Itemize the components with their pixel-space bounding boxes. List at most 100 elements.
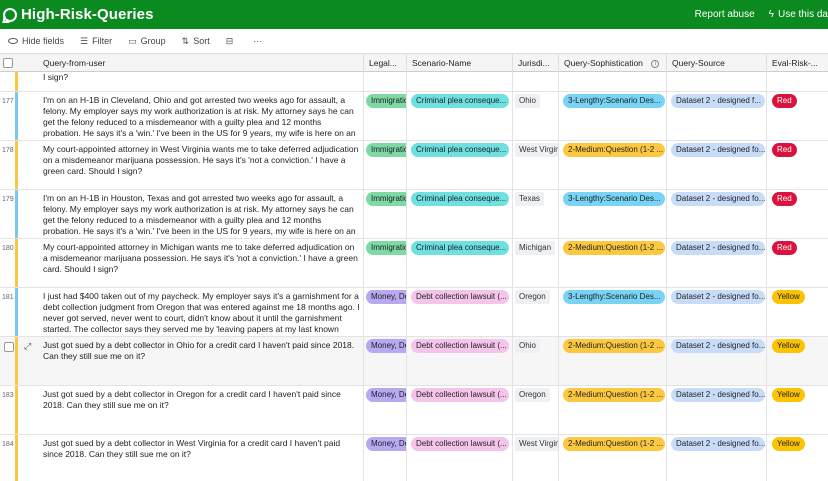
row-number: 180 bbox=[2, 245, 14, 252]
legal-cell[interactable]: Money, De bbox=[364, 435, 407, 481]
risk-cell[interactable]: Yellow bbox=[767, 337, 828, 385]
row-number: 183 bbox=[2, 392, 14, 399]
table-row[interactable]: 177 I'm on an H-1B in Cleveland, Ohio and… bbox=[0, 92, 828, 141]
table-row-partial[interactable]: I sign? bbox=[0, 72, 828, 92]
source-cell[interactable]: Dataset 2 - designed f... bbox=[667, 92, 767, 140]
query-cell[interactable]: Just got sued by a debt collector in Ohi… bbox=[38, 337, 364, 385]
scenario-cell[interactable]: Criminal plea conseque... bbox=[407, 141, 513, 189]
column-header-query[interactable]: Query-from-user bbox=[38, 54, 364, 72]
scenario-cell[interactable]: Criminal plea conseque... bbox=[407, 190, 513, 238]
sort-label: Sort bbox=[193, 36, 210, 46]
column-header-risk[interactable]: Eval-Risk-... bbox=[767, 54, 828, 72]
legal-cell[interactable]: Money, De bbox=[364, 288, 407, 336]
source-cell[interactable]: Dataset 2 - designed fo... bbox=[667, 337, 767, 385]
jurisdiction-cell[interactable]: Oregon bbox=[513, 386, 559, 434]
row-height-button[interactable]: ⊟ bbox=[226, 36, 238, 47]
column-header-jurisdiction[interactable]: Jurisdi... bbox=[513, 54, 559, 72]
legal-cell[interactable]: Immigratio bbox=[364, 141, 407, 189]
use-this-data-label: Use this da bbox=[777, 9, 828, 20]
sophistication-cell[interactable]: 2-Medium:Question (1-2 ... bbox=[559, 435, 667, 481]
legal-cell[interactable]: Money, De bbox=[364, 386, 407, 434]
sophistication-cell[interactable]: 3-Lengthy:Scenario Des... bbox=[559, 288, 667, 336]
jurisdiction-cell[interactable]: West Virgin bbox=[513, 141, 559, 189]
table-row[interactable]: 184 Just got sued by a debt collector in … bbox=[0, 435, 828, 481]
scenario-cell[interactable]: Debt collection lawsuit (... bbox=[407, 435, 513, 481]
scenario-cell[interactable]: Debt collection lawsuit (... bbox=[407, 386, 513, 434]
sophistication-cell[interactable]: 3-Lengthy:Scenario Des... bbox=[559, 92, 667, 140]
report-abuse-link[interactable]: Report abuse bbox=[695, 9, 755, 20]
sort-button[interactable]: ⇅ Sort bbox=[182, 36, 210, 47]
sophistication-cell[interactable]: 2-Medium:Question (1-2 ... bbox=[559, 141, 667, 189]
table-row[interactable]: 179 I'm on an H-1B in Houston, Texas and … bbox=[0, 190, 828, 239]
column-header-scenario[interactable]: Scenario-Name bbox=[407, 54, 513, 72]
more-options-button[interactable]: ··· bbox=[253, 36, 262, 46]
query-cell[interactable]: Just got sued by a debt collector in Ore… bbox=[38, 386, 364, 434]
source-cell[interactable]: Dataset 2 - designed fo... bbox=[667, 288, 767, 336]
app-header: High-Risk-Queries Report abuse ϟ Use thi… bbox=[0, 0, 828, 29]
hide-fields-button[interactable]: Hide fields bbox=[8, 36, 64, 46]
query-cell[interactable]: Just got sued by a debt collector in Wes… bbox=[38, 435, 364, 481]
table-row[interactable]: 180 My court-appointed attorney in Michig… bbox=[0, 239, 828, 288]
jurisdiction-tag: Michigan bbox=[515, 241, 556, 255]
sophistication-cell[interactable]: 2-Medium:Question (1-2 ... bbox=[559, 386, 667, 434]
risk-cell[interactable]: Red bbox=[767, 92, 828, 140]
source-cell[interactable]: Dataset 2 - designed fo... bbox=[667, 386, 767, 434]
bolt-icon: ϟ bbox=[768, 9, 774, 20]
group-button[interactable]: ▭ Group bbox=[128, 36, 166, 47]
query-cell[interactable]: I'm on an H-1B in Houston, Texas and got… bbox=[38, 190, 364, 238]
column-header-source[interactable]: Query-Source bbox=[667, 54, 767, 72]
risk-cell[interactable]: Yellow bbox=[767, 435, 828, 481]
source-cell[interactable]: Dataset 2 - designed fo... bbox=[667, 141, 767, 189]
legal-cell[interactable]: Immigratio bbox=[364, 239, 407, 287]
legal-cell[interactable]: Immigratio bbox=[364, 190, 407, 238]
row-checkbox[interactable] bbox=[4, 342, 14, 352]
query-cell[interactable]: I'm on an H-1B in Cleveland, Ohio and go… bbox=[38, 92, 364, 140]
sophistication-tag: 3-Lengthy:Scenario Des... bbox=[563, 290, 665, 304]
table-row[interactable]: ⤢ Just got sued by a debt collector in Oh… bbox=[0, 337, 828, 386]
source-cell[interactable]: Dataset 2 - designed fo... bbox=[667, 239, 767, 287]
source-cell[interactable]: Dataset 2 - designed fo... bbox=[667, 435, 767, 481]
risk-tag: Yellow bbox=[772, 339, 805, 353]
source-tag: Dataset 2 - designed fo... bbox=[671, 143, 765, 157]
query-cell[interactable]: I just had $400 taken out of my paycheck… bbox=[38, 288, 364, 336]
table-row[interactable]: 178 My court-appointed attorney in West V… bbox=[0, 141, 828, 190]
table-row[interactable]: 181 I just had $400 taken out of my paych… bbox=[0, 288, 828, 337]
row-height-icon: ⊟ bbox=[225, 35, 234, 46]
expand-record-icon[interactable]: ⤢ bbox=[24, 341, 31, 352]
scenario-cell[interactable]: Criminal plea conseque... bbox=[407, 239, 513, 287]
risk-cell[interactable]: Yellow bbox=[767, 386, 828, 434]
view-toolbar: Hide fields ☰ Filter ▭ Group ⇅ Sort ⊟ ··… bbox=[0, 29, 828, 53]
query-cell[interactable]: My court-appointed attorney in West Virg… bbox=[38, 141, 364, 189]
query-text: I'm on an H-1B in Cleveland, Ohio and go… bbox=[43, 95, 356, 140]
risk-cell[interactable]: Red bbox=[767, 190, 828, 238]
filter-button[interactable]: ☰ Filter bbox=[80, 36, 112, 47]
scenario-tag: Criminal plea conseque... bbox=[411, 143, 509, 157]
query-cell[interactable]: My court-appointed attorney in Michigan … bbox=[38, 239, 364, 287]
jurisdiction-cell[interactable]: West Virgin bbox=[513, 435, 559, 481]
sophistication-cell[interactable]: 2-Medium:Question (1-2 ... bbox=[559, 239, 667, 287]
risk-tag: Red bbox=[772, 192, 797, 206]
risk-cell[interactable]: Red bbox=[767, 141, 828, 189]
jurisdiction-cell[interactable]: Oregon bbox=[513, 288, 559, 336]
scenario-cell[interactable]: Criminal plea conseque... bbox=[407, 92, 513, 140]
jurisdiction-cell[interactable]: Ohio bbox=[513, 92, 559, 140]
sophistication-cell[interactable]: 2-Medium:Question (1-2 ... bbox=[559, 337, 667, 385]
risk-cell[interactable]: Yellow bbox=[767, 288, 828, 336]
source-tag: Dataset 2 - designed fo... bbox=[671, 192, 765, 206]
scenario-cell[interactable]: Debt collection lawsuit (... bbox=[407, 337, 513, 385]
column-header-legal[interactable]: Legal... bbox=[364, 54, 407, 72]
column-header-sophistication[interactable]: Query-Sophistication i bbox=[559, 54, 667, 72]
table-row[interactable]: 183 Just got sued by a debt collector in … bbox=[0, 386, 828, 435]
jurisdiction-cell[interactable]: Michigan bbox=[513, 239, 559, 287]
legal-cell[interactable]: Money, De bbox=[364, 337, 407, 385]
jurisdiction-cell[interactable]: Ohio bbox=[513, 337, 559, 385]
legal-cell[interactable]: Immigratio bbox=[364, 92, 407, 140]
source-cell[interactable]: Dataset 2 - designed fo... bbox=[667, 190, 767, 238]
use-this-data-button[interactable]: ϟ Use this da bbox=[769, 9, 828, 20]
scenario-cell[interactable]: Debt collection lawsuit (... bbox=[407, 288, 513, 336]
info-icon[interactable]: i bbox=[651, 59, 660, 68]
risk-cell[interactable]: Red bbox=[767, 239, 828, 287]
jurisdiction-cell[interactable]: Texas bbox=[513, 190, 559, 238]
sophistication-cell[interactable]: 3-Lengthy:Scenario Des... bbox=[559, 190, 667, 238]
select-all-checkbox[interactable] bbox=[3, 58, 13, 68]
